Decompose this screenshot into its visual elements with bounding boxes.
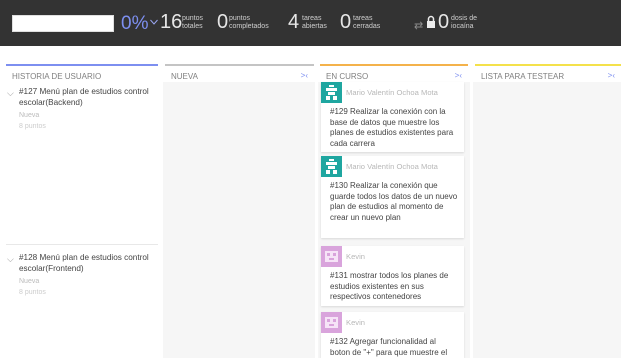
column-header-historia: HISTORIA DE USUARIO (6, 64, 158, 82)
collapse-column-nueva-icon[interactable]: >‹ (301, 71, 308, 80)
task-assignee[interactable]: Kevin (346, 252, 365, 261)
task-card-130[interactable]: Mario Valentín Ochoa Mota #130 Realizar … (321, 156, 464, 238)
collapse-column-en-curso-icon[interactable]: >‹ (455, 71, 462, 80)
task-assignee[interactable]: Kevin (346, 318, 365, 327)
closed-tasks-label-1: tareas (353, 15, 373, 22)
avatar (321, 312, 342, 333)
task-card-132[interactable]: Kevin #132 Agregar funcionalidad al boto… (321, 312, 464, 358)
lock-icon (427, 15, 435, 28)
story-status: Nueva (19, 112, 40, 119)
task-assignee[interactable]: Mario Valentín Ochoa Mota (346, 162, 438, 171)
collapse-story-icon[interactable]: ⌵ (7, 88, 14, 99)
completed-points-label-1: puntos (229, 15, 251, 22)
avatar (321, 246, 342, 267)
avatar (321, 82, 342, 103)
open-tasks-label-2: abiertas (302, 23, 327, 30)
sprint-stats-bar: 0% 16 puntos totales 0 puntos completado… (0, 0, 621, 46)
open-tasks-label-1: tareas (302, 15, 322, 22)
column-nueva-body (163, 82, 315, 358)
row-separator (6, 244, 158, 245)
avatar (321, 156, 342, 177)
task-title[interactable]: #129 Realizar la conexión con la base de… (330, 107, 458, 149)
task-card-131[interactable]: Kevin #131 mostrar todos los planes de e… (321, 246, 464, 306)
column-header-en-curso: EN CURSO >‹ (320, 64, 468, 82)
iocaine-label-1: dosis de (451, 15, 478, 22)
total-points-label-2: totales (182, 23, 203, 30)
iocaine-label-2: iocaína (451, 23, 474, 30)
task-assignee[interactable]: Mario Valentín Ochoa Mota (346, 88, 438, 97)
user-story-127[interactable]: ⌵ #127 Menú plan de estudios control esc… (7, 86, 157, 146)
progress-percent: 0% (121, 13, 149, 34)
completed-points-label-2: completados (229, 23, 269, 30)
collapse-story-icon[interactable]: ⌵ (7, 254, 14, 265)
story-points: 8 puntos (19, 123, 46, 130)
chevron-down-icon[interactable] (150, 18, 158, 26)
column-header-nueva: NUEVA >‹ (165, 64, 314, 82)
task-title[interactable]: #130 Realizar la conexión que guarde tod… (330, 181, 458, 223)
closed-tasks-label-2: cerradas (353, 23, 381, 30)
task-title[interactable]: #131 mostrar todos los planes de estudio… (330, 271, 458, 303)
story-title[interactable]: #128 Menú plan de estudios control escol… (19, 252, 159, 274)
total-points-label-1: puntos (182, 15, 204, 22)
swap-icon[interactable]: ⇄ (414, 19, 423, 32)
story-title[interactable]: #127 Menú plan de estudios control escol… (19, 86, 159, 108)
story-status: Nueva (19, 278, 40, 285)
progress-bar (12, 15, 114, 32)
task-title[interactable]: #132 Agregar funcionalidad al boton de "… (330, 337, 458, 358)
column-header-lista-para-testear: LISTA PARA TESTEAR >‹ (475, 64, 621, 82)
column-lista-para-testear-body (473, 82, 621, 358)
user-story-128[interactable]: ⌵ #128 Menú plan de estudios control esc… (7, 252, 157, 312)
story-points: 8 puntos (19, 289, 46, 296)
collapse-column-lista-icon[interactable]: >‹ (608, 71, 615, 80)
task-card-129[interactable]: Mario Valentín Ochoa Mota #129 Realizar … (321, 82, 464, 152)
